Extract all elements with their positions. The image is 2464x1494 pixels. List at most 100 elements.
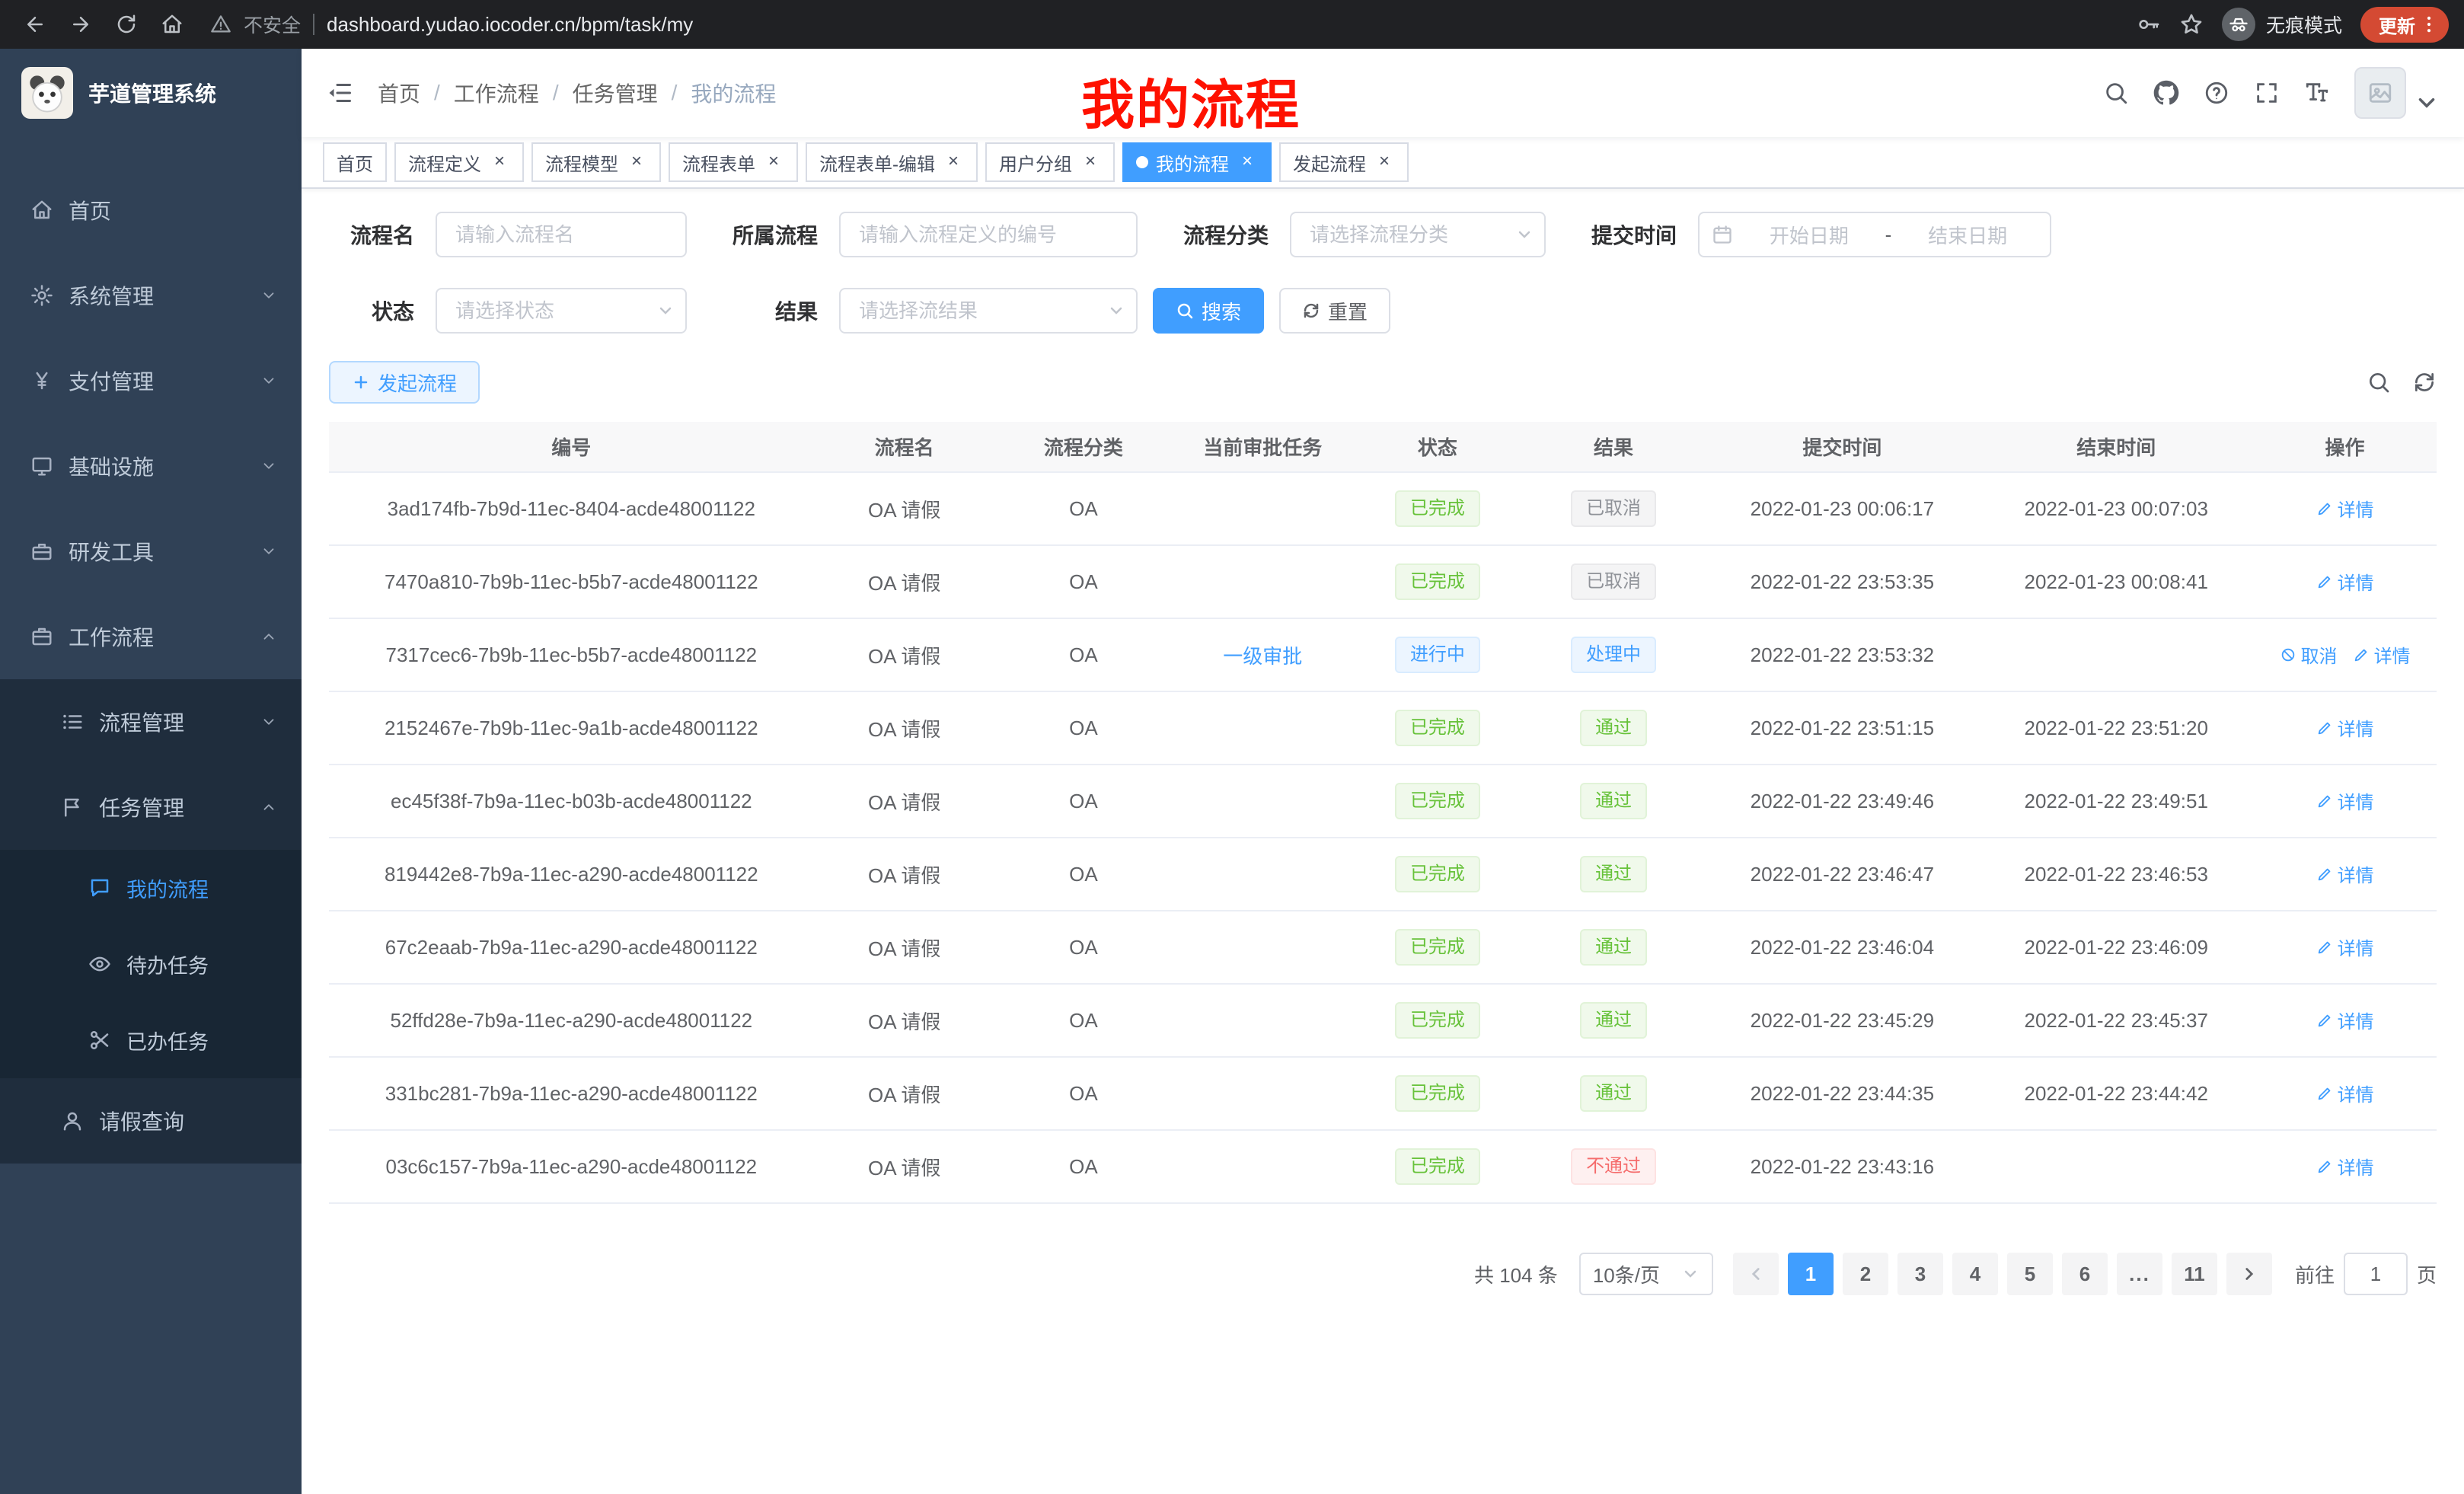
browser-forward-icon[interactable] <box>61 5 101 44</box>
next-page-button[interactable] <box>2226 1253 2272 1295</box>
tab-close-icon[interactable]: × <box>763 152 784 173</box>
status-badge: 进行中 <box>1395 637 1480 673</box>
process-name-input[interactable] <box>436 212 687 257</box>
tab-user-group[interactable]: 用户分组× <box>985 142 1115 182</box>
sidebar-item-label: 首页 <box>69 195 111 225</box>
page-size-select[interactable]: 10条/页 <box>1579 1253 1713 1295</box>
prev-page-button[interactable] <box>1733 1253 1779 1295</box>
key-icon[interactable] <box>2137 12 2161 37</box>
pagination-page[interactable]: 5 <box>2007 1253 2053 1295</box>
status-badge: 已完成 <box>1395 856 1480 892</box>
tab-process-model[interactable]: 流程模型× <box>531 142 661 182</box>
red-annotation-text: 我的流程 <box>1081 62 1301 139</box>
sidebar-item-infrastructure[interactable]: 基础设施 <box>0 423 302 509</box>
detail-link[interactable]: 详情 <box>2316 1007 2374 1033</box>
sidebar-item-workflow[interactable]: 工作流程 <box>0 594 302 679</box>
refresh-table-icon[interactable] <box>2412 370 2437 394</box>
app-logo-row[interactable]: 芋道管理系统 <box>0 49 302 137</box>
pencil-icon <box>2316 500 2333 517</box>
search-icon[interactable] <box>2103 80 2129 106</box>
user-menu[interactable] <box>2354 67 2440 119</box>
breadcrumb-item[interactable]: 任务管理 <box>573 78 658 108</box>
status-select[interactable] <box>436 288 687 334</box>
browser-reload-icon[interactable] <box>107 5 146 44</box>
search-button[interactable]: 搜索 <box>1153 288 1264 334</box>
detail-link[interactable]: 详情 <box>2316 1080 2374 1106</box>
tab-close-icon[interactable]: × <box>1237 152 1258 173</box>
cell-end-time: 2022-01-22 23:44:42 <box>1979 1057 2253 1130</box>
tab-close-icon[interactable]: × <box>943 152 964 173</box>
process-definition-input[interactable] <box>839 212 1138 257</box>
reset-button-label: 重置 <box>1328 297 1368 325</box>
tab-close-icon[interactable]: × <box>489 152 510 173</box>
sidebar-item-my-process[interactable]: 我的流程 <box>0 850 302 926</box>
breadcrumb-item[interactable]: 工作流程 <box>454 78 539 108</box>
tab-process-form-edit[interactable]: 流程表单-编辑× <box>806 142 978 182</box>
sidebar-item-dev-tools[interactable]: 研发工具 <box>0 509 302 594</box>
start-process-button[interactable]: 发起流程 <box>329 361 480 404</box>
font-size-icon[interactable] <box>2304 80 2330 106</box>
goto-page-input[interactable] <box>2344 1253 2408 1295</box>
date-range-picker[interactable]: 开始日期 - 结束日期 <box>1698 212 2051 257</box>
avatar[interactable] <box>2354 67 2406 119</box>
tab-home[interactable]: 首页 <box>323 142 387 182</box>
current-task-link[interactable]: 一级审批 <box>1223 645 1302 668</box>
bookmark-star-icon[interactable] <box>2179 12 2204 37</box>
breadcrumb-item[interactable]: 首页 <box>378 78 420 108</box>
pagination-page[interactable]: 1 <box>1788 1253 1834 1295</box>
detail-link[interactable]: 详情 <box>2316 568 2374 595</box>
sidebar-item-payment-mgmt[interactable]: 支付管理 <box>0 338 302 423</box>
sidebar-item-todo-task[interactable]: 待办任务 <box>0 926 302 1002</box>
sidebar-item-home[interactable]: 首页 <box>0 168 302 253</box>
pagination-page[interactable]: 11 <box>2172 1253 2217 1295</box>
sidebar-item-process-mgmt[interactable]: 流程管理 <box>0 679 302 765</box>
pagination-page[interactable]: 2 <box>1843 1253 1888 1295</box>
help-icon[interactable] <box>2204 80 2229 106</box>
pagination-page[interactable]: 3 <box>1897 1253 1943 1295</box>
detail-link[interactable]: 详情 <box>2353 641 2411 668</box>
tab-close-icon[interactable]: × <box>1374 152 1395 173</box>
browser-home-icon[interactable] <box>152 5 192 44</box>
pagination-total: 共 104 条 <box>1474 1260 1558 1288</box>
tab-close-icon[interactable]: × <box>1080 152 1101 173</box>
url-text[interactable]: dashboard.yudao.iocoder.cn/bpm/task/my <box>327 13 693 37</box>
address-bar[interactable]: 不安全 dashboard.yudao.iocoder.cn/bpm/task/… <box>210 11 2112 38</box>
detail-link[interactable]: 详情 <box>2316 714 2374 741</box>
pagination-more[interactable]: ... <box>2117 1253 2162 1295</box>
result-select[interactable] <box>839 288 1138 334</box>
cell-id: 2152467e-7b9b-11ec-9a1b-acde48001122 <box>329 691 814 765</box>
detail-link[interactable]: 详情 <box>2316 860 2374 887</box>
update-button[interactable]: 更新 <box>2360 7 2449 43</box>
result-badge: 通过 <box>1580 710 1647 746</box>
browser-menu-dots-icon[interactable] <box>2418 14 2440 35</box>
tab-close-icon[interactable]: × <box>626 152 647 173</box>
detail-link[interactable]: 详情 <box>2316 495 2374 522</box>
sidebar-item-system-mgmt[interactable]: 系统管理 <box>0 253 302 338</box>
warning-icon <box>210 14 231 35</box>
sidebar-item-done-task[interactable]: 已办任务 <box>0 1002 302 1078</box>
hamburger-icon[interactable] <box>326 79 353 107</box>
tab-my-process[interactable]: 我的流程× <box>1122 142 1272 182</box>
category-select[interactable] <box>1290 212 1546 257</box>
tab-start-process[interactable]: 发起流程× <box>1279 142 1409 182</box>
pagination-page[interactable]: 4 <box>1952 1253 1998 1295</box>
browser-back-icon[interactable] <box>15 5 55 44</box>
github-icon[interactable] <box>2153 80 2179 106</box>
sidebar-item-leave-query[interactable]: 请假查询 <box>0 1078 302 1164</box>
cell-category: OA <box>995 618 1173 691</box>
filter-process-name: 流程名 <box>329 212 687 257</box>
pagination-page[interactable]: 6 <box>2062 1253 2108 1295</box>
cancel-link[interactable]: 取消 <box>2280 641 2338 668</box>
status-badge: 已完成 <box>1395 1075 1480 1112</box>
tab-process-form[interactable]: 流程表单× <box>669 142 798 182</box>
tab-process-definition[interactable]: 流程定义× <box>394 142 524 182</box>
detail-link[interactable]: 详情 <box>2316 787 2374 814</box>
fullscreen-icon[interactable] <box>2254 80 2280 106</box>
sidebar-item-task-mgmt[interactable]: 任务管理 <box>0 765 302 850</box>
detail-link[interactable]: 详情 <box>2316 1153 2374 1180</box>
sidebar-item-label: 基础设施 <box>69 451 154 481</box>
detail-link[interactable]: 详情 <box>2316 934 2374 960</box>
reset-button[interactable]: 重置 <box>1279 288 1390 334</box>
hide-search-icon[interactable] <box>2367 370 2391 394</box>
table-row: 7317cec6-7b9b-11ec-b5b7-acde48001122OA 请… <box>329 618 2437 691</box>
